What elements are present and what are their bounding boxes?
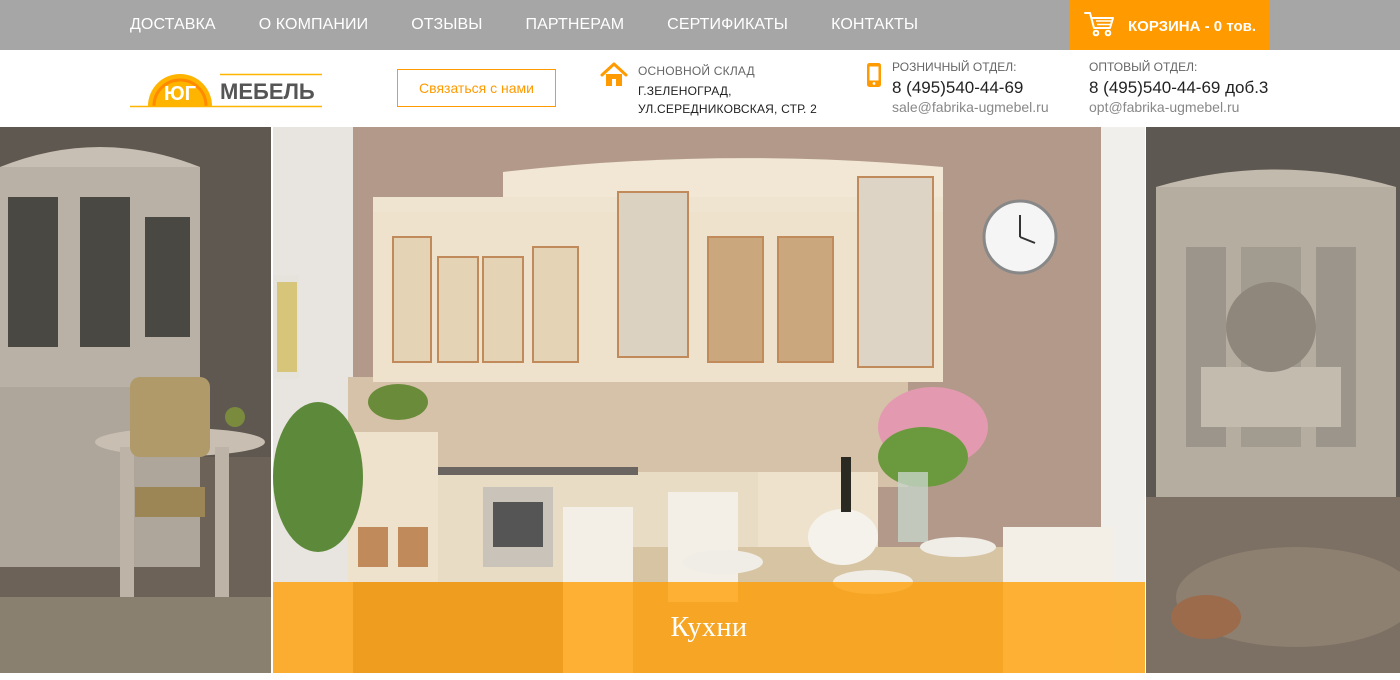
retail-label: РОЗНИЧНЫЙ ОТДЕЛ: bbox=[892, 60, 1017, 74]
cart-icon bbox=[1084, 10, 1116, 43]
warehouse-address: ОСНОВНОЙ СКЛАД Г.ЗЕЛЕНОГРАД, УЛ.СЕРЕДНИК… bbox=[638, 64, 817, 118]
home-icon bbox=[600, 62, 628, 88]
wholesale-email[interactable]: opt@fabrika-ugmebel.ru bbox=[1089, 99, 1268, 115]
nav-item-certificates[interactable]: СЕРТИФИКАТЫ bbox=[667, 16, 788, 34]
nav-item-about[interactable]: О КОМПАНИИ bbox=[259, 16, 369, 34]
wholesale-phone[interactable]: 8 (495)540-44-69 доб.3 bbox=[1089, 78, 1268, 98]
warehouse-line-2: УЛ.СЕРЕДНИКОВСКАЯ, СТР. 2 bbox=[638, 102, 817, 116]
nav-item-contacts[interactable]: КОНТАКТЫ bbox=[831, 16, 918, 34]
nav-item-delivery[interactable]: ДОСТАВКА bbox=[130, 16, 216, 34]
main-nav: ДОСТАВКА О КОМПАНИИ ОТЗЫВЫ ПАРТНЕРАМ СЕР… bbox=[130, 0, 961, 50]
warehouse-label: ОСНОВНОЙ СКЛАД bbox=[638, 64, 755, 78]
nav-item-partners[interactable]: ПАРТНЕРАМ bbox=[526, 16, 625, 34]
slide-previous[interactable] bbox=[0, 127, 271, 673]
phone-icon bbox=[866, 62, 882, 88]
retail-department: РОЗНИЧНЫЙ ОТДЕЛ: 8 (495)540-44-69 sale@f… bbox=[892, 60, 1049, 115]
nav-item-reviews[interactable]: ОТЗЫВЫ bbox=[411, 16, 482, 34]
cart-label: КОРЗИНА - 0 тов. bbox=[1128, 18, 1257, 35]
contact-us-button[interactable]: Связаться с нами bbox=[397, 69, 556, 107]
category-slider: Кухни bbox=[0, 127, 1400, 680]
retail-email[interactable]: sale@fabrika-ugmebel.ru bbox=[892, 99, 1049, 115]
slide-next[interactable] bbox=[1146, 127, 1400, 673]
logo-text-mebel: МЕБЕЛЬ bbox=[220, 79, 315, 104]
wholesale-department: ОПТОВЫЙ ОТДЕЛ: 8 (495)540-44-69 доб.3 op… bbox=[1089, 60, 1268, 115]
logo-text-ug: ЮГ bbox=[164, 83, 196, 105]
cart-button[interactable]: КОРЗИНА - 0 тов. bbox=[1070, 0, 1270, 53]
slide-caption: Кухни bbox=[273, 582, 1145, 673]
logo[interactable]: ЮГ МЕБЕЛЬ bbox=[130, 68, 325, 108]
slide-caption-text: Кухни bbox=[670, 611, 748, 643]
top-nav-bar: ДОСТАВКА О КОМПАНИИ ОТЗЫВЫ ПАРТНЕРАМ СЕР… bbox=[0, 0, 1400, 53]
warehouse-line-1: Г.ЗЕЛЕНОГРАД, bbox=[638, 84, 732, 98]
site-header: ЮГ МЕБЕЛЬ Связаться с нами ОСНОВНОЙ СКЛА… bbox=[0, 50, 1400, 127]
slide-active-kitchens[interactable]: Кухни bbox=[273, 127, 1145, 673]
wholesale-label: ОПТОВЫЙ ОТДЕЛ: bbox=[1089, 60, 1198, 74]
retail-phone[interactable]: 8 (495)540-44-69 bbox=[892, 78, 1049, 98]
